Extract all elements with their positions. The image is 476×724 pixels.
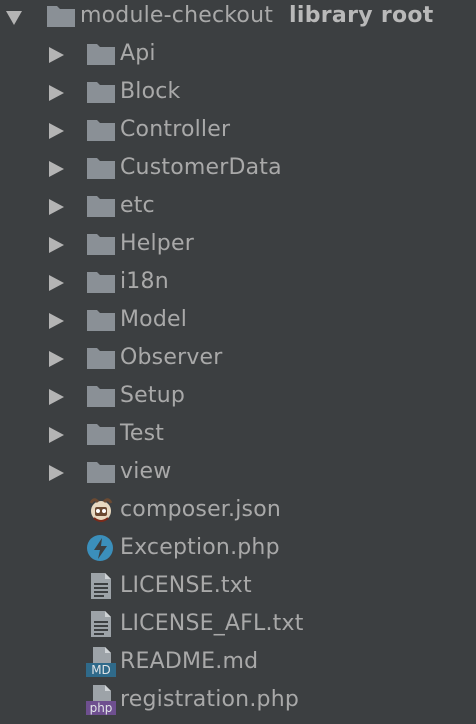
root-label: module-checkout library root (80, 2, 434, 30)
text-file-icon (86, 609, 120, 641)
expand-arrow-icon[interactable] (49, 85, 64, 101)
tree-file-row[interactable]: LICENSE.txt (0, 567, 476, 605)
text-file-icon (86, 571, 120, 603)
expand-arrow-icon[interactable] (49, 427, 64, 443)
tree-folder-test[interactable]: Test (0, 415, 476, 453)
folder-icon (86, 231, 116, 259)
tree-folder-etc[interactable]: etc (0, 187, 476, 225)
markdown-file-icon: MD (86, 647, 120, 679)
tree-file-row[interactable]: Exception.php (0, 529, 476, 567)
folder-icon (86, 193, 116, 221)
composer-icon (86, 495, 120, 527)
folder-icon (86, 117, 116, 145)
tree-folder-helper[interactable]: Helper (0, 225, 476, 263)
folder-icon (86, 383, 116, 411)
tree-root-row[interactable]: module-checkout library root (0, 0, 476, 35)
expand-arrow-icon[interactable] (49, 237, 64, 253)
folder-icon (86, 79, 116, 107)
library-root-tag: library root (289, 3, 434, 28)
tree-folder-setup[interactable]: Setup (0, 377, 476, 415)
tree-item-label: Setup (120, 383, 186, 408)
expand-arrow-icon[interactable] (6, 11, 22, 25)
tree-folder-customerdata[interactable]: CustomerData (0, 149, 476, 187)
tree-item-label: LICENSE_AFL.txt (120, 611, 304, 636)
folder-icon (86, 41, 116, 69)
expand-arrow-icon[interactable] (49, 351, 64, 367)
tree-file-row[interactable]: LICENSE_AFL.txt (0, 605, 476, 643)
tree-item-label: i18n (120, 269, 169, 294)
expand-arrow-icon[interactable] (49, 389, 64, 405)
tree-item-label: Test (120, 421, 165, 446)
php-file-icon: php (86, 685, 120, 717)
tree-folder-controller[interactable]: Controller (0, 111, 476, 149)
tree-item-label: Block (120, 79, 181, 104)
folder-icon (86, 345, 116, 373)
folder-icon (86, 269, 116, 297)
tree-folder-i18n[interactable]: i18n (0, 263, 476, 301)
tree-item-label: CustomerData (120, 155, 282, 180)
tree-item-label: Exception.php (120, 535, 280, 560)
tree-folder-block[interactable]: Block (0, 73, 476, 111)
tree-folder-api[interactable]: Api (0, 35, 476, 73)
expand-arrow-icon[interactable] (49, 275, 64, 291)
folder-icon (86, 459, 116, 487)
tree-item-label: LICENSE.txt (120, 573, 252, 598)
project-tree: module-checkout library root Api Block Cont… (0, 0, 476, 724)
folder-icon (46, 3, 76, 31)
tree-file-row[interactable]: MD README.md (0, 643, 476, 681)
file-type-badge: php (90, 701, 113, 715)
tree-item-label: etc (120, 193, 155, 218)
tree-item-label: Helper (120, 231, 194, 256)
root-name: module-checkout (80, 3, 274, 28)
expand-arrow-icon[interactable] (49, 47, 64, 63)
tree-item-label: composer.json (120, 497, 282, 522)
tree-item-label: registration.php (120, 687, 299, 712)
tree-item-label: README.md (120, 649, 259, 674)
tree-item-label: Api (120, 41, 156, 66)
file-type-badge: MD (91, 663, 111, 677)
php-class-icon (86, 533, 120, 565)
expand-arrow-icon[interactable] (49, 123, 64, 139)
expand-arrow-icon[interactable] (49, 465, 64, 481)
tree-item-label: view (120, 459, 172, 484)
tree-item-label: Model (120, 307, 188, 332)
expand-arrow-icon[interactable] (49, 313, 64, 329)
tree-file-row[interactable]: php registration.php (0, 681, 476, 719)
folder-icon (86, 155, 116, 183)
tree-folder-view[interactable]: view (0, 453, 476, 491)
tree-folder-model[interactable]: Model (0, 301, 476, 339)
tree-item-label: Controller (120, 117, 231, 142)
folder-icon (86, 421, 116, 449)
tree-folder-observer[interactable]: Observer (0, 339, 476, 377)
folder-icon (86, 307, 116, 335)
expand-arrow-icon[interactable] (49, 199, 64, 215)
tree-item-label: Observer (120, 345, 223, 370)
expand-arrow-icon[interactable] (49, 161, 64, 177)
tree-file-row[interactable]: composer.json (0, 491, 476, 529)
